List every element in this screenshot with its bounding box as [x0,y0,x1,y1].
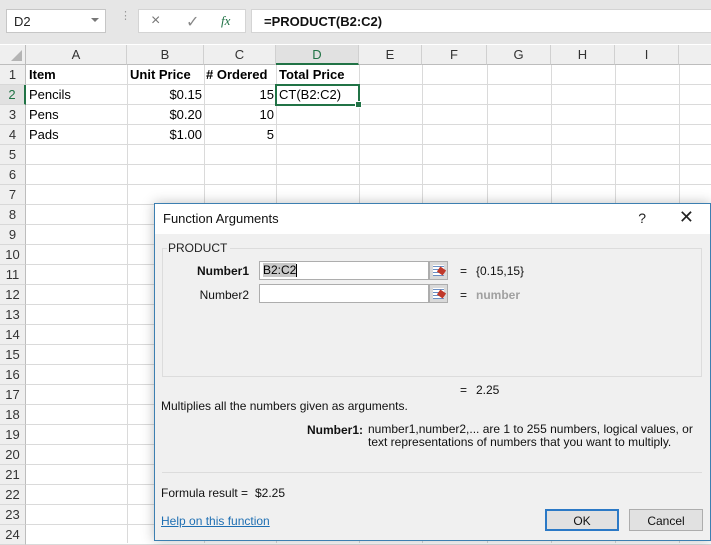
divider [162,472,702,473]
help-link[interactable]: Help on this function [161,514,270,528]
insert-function-icon[interactable]: fx [221,13,230,29]
column-header-i[interactable]: I [615,45,679,65]
dialog-title: Function Arguments [163,211,279,226]
row-header-5[interactable]: 5 [0,145,26,165]
help-icon[interactable]: ? [638,210,646,226]
number1-value: B2:C2 [263,263,297,277]
overall-equals: = [460,383,468,397]
column-header-d[interactable]: D [276,45,359,65]
close-icon[interactable]: ✕ [679,207,694,228]
cell-b4[interactable]: $1.00 [128,125,202,145]
checkmark-icon[interactable]: ✓ [186,12,199,32]
number2-result: number [476,288,521,302]
cell-a3[interactable]: Pens [29,105,125,125]
number1-result: {0.15,15} [476,264,525,278]
column-header-e[interactable]: E [359,45,422,65]
chevron-down-icon[interactable] [91,18,99,22]
cancel-button[interactable]: Cancel [629,509,703,531]
formula-result-value: $2.25 [255,486,286,500]
overall-value: 2.25 [476,383,500,397]
row-header-2[interactable]: 2 [0,85,26,105]
number1-collapse-button[interactable] [429,261,448,280]
column-header-g[interactable]: G [487,45,551,65]
row-header-24[interactable]: 24 [0,525,26,545]
row-header-19[interactable]: 19 [0,425,26,445]
number2-collapse-button[interactable] [429,284,448,303]
column-header-b[interactable]: B [127,45,204,65]
row-header-17[interactable]: 17 [0,385,26,405]
row-header-12[interactable]: 12 [0,285,26,305]
row-header-23[interactable]: 23 [0,505,26,525]
row-header-7[interactable]: 7 [0,185,26,205]
cancel-icon[interactable]: × [151,12,160,30]
row-header-15[interactable]: 15 [0,345,26,365]
formula-bar-area: D2 ⋮ × ✓ fx =PRODUCT(B2:C2) [0,0,711,44]
ok-button[interactable]: OK [545,509,619,531]
name-box[interactable]: D2 [6,9,106,33]
cell-c2[interactable]: 15 [205,85,274,105]
number2-input[interactable] [259,284,429,303]
text-caret [296,264,298,278]
row-header-4[interactable]: 4 [0,125,26,145]
select-all-button[interactable] [0,45,26,65]
row-header-22[interactable]: 22 [0,485,26,505]
row-header-21[interactable]: 21 [0,465,26,485]
cell-c3[interactable]: 10 [205,105,274,125]
gridline [26,164,711,165]
row-header-10[interactable]: 10 [0,245,26,265]
formula-result-label: Formula result = [161,486,249,500]
row-header-3[interactable]: 3 [0,105,26,125]
drag-handle-icon[interactable]: ⋮ [120,11,131,28]
name-box-value: D2 [14,14,31,29]
cell-c4[interactable]: 5 [205,125,274,145]
dialog-title-bar[interactable]: Function Arguments ? ✕ [155,204,710,234]
row-header-14[interactable]: 14 [0,325,26,345]
row-header-1[interactable]: 1 [0,65,26,85]
row-header-6[interactable]: 6 [0,165,26,185]
gridline [26,184,711,185]
formula-buttons: × ✓ fx [138,9,246,33]
number1-label: Number1 [196,264,249,278]
cell-b1[interactable]: Unit Price [130,65,203,85]
fill-handle[interactable] [355,101,362,108]
cell-b2[interactable]: $0.15 [128,85,202,105]
active-cell-border [275,84,362,108]
row-header-8[interactable]: 8 [0,205,26,225]
formula-text: =PRODUCT(B2:C2) [264,14,383,29]
argument-description-label: Number1: [307,423,364,437]
cell-b3[interactable]: $0.20 [128,105,202,125]
number2-equals: = [460,288,468,302]
cell-d1[interactable]: Total Price [279,65,359,85]
cell-a4[interactable]: Pads [29,125,125,145]
cell-a2[interactable]: Pencils [29,85,125,105]
formula-input[interactable]: =PRODUCT(B2:C2) [251,9,711,33]
row-header-13[interactable]: 13 [0,305,26,325]
cell-a1[interactable]: Item [29,65,125,85]
column-header-j[interactable] [679,45,711,65]
argument-description: number1,number2,... are 1 to 255 numbers… [368,422,693,449]
row-header-11[interactable]: 11 [0,265,26,285]
function-name: PRODUCT [167,241,231,255]
column-header-c[interactable]: C [204,45,276,65]
column-header-f[interactable]: F [422,45,487,65]
column-header-a[interactable]: A [26,45,127,65]
cell-c1[interactable]: # Ordered [206,65,276,85]
number1-input[interactable]: B2:C2 [259,261,429,280]
number2-label: Number2 [199,288,249,302]
function-arguments-dialog: Function Arguments ? ✕ PRODUCT Number1 B… [154,203,711,541]
row-header-16[interactable]: 16 [0,365,26,385]
column-header-h[interactable]: H [551,45,615,65]
row-header-9[interactable]: 9 [0,225,26,245]
number1-equals: = [460,264,468,278]
row-header-18[interactable]: 18 [0,405,26,425]
select-all-icon [11,50,22,61]
function-description: Multiplies all the numbers given as argu… [161,399,408,413]
row-header-20[interactable]: 20 [0,445,26,465]
